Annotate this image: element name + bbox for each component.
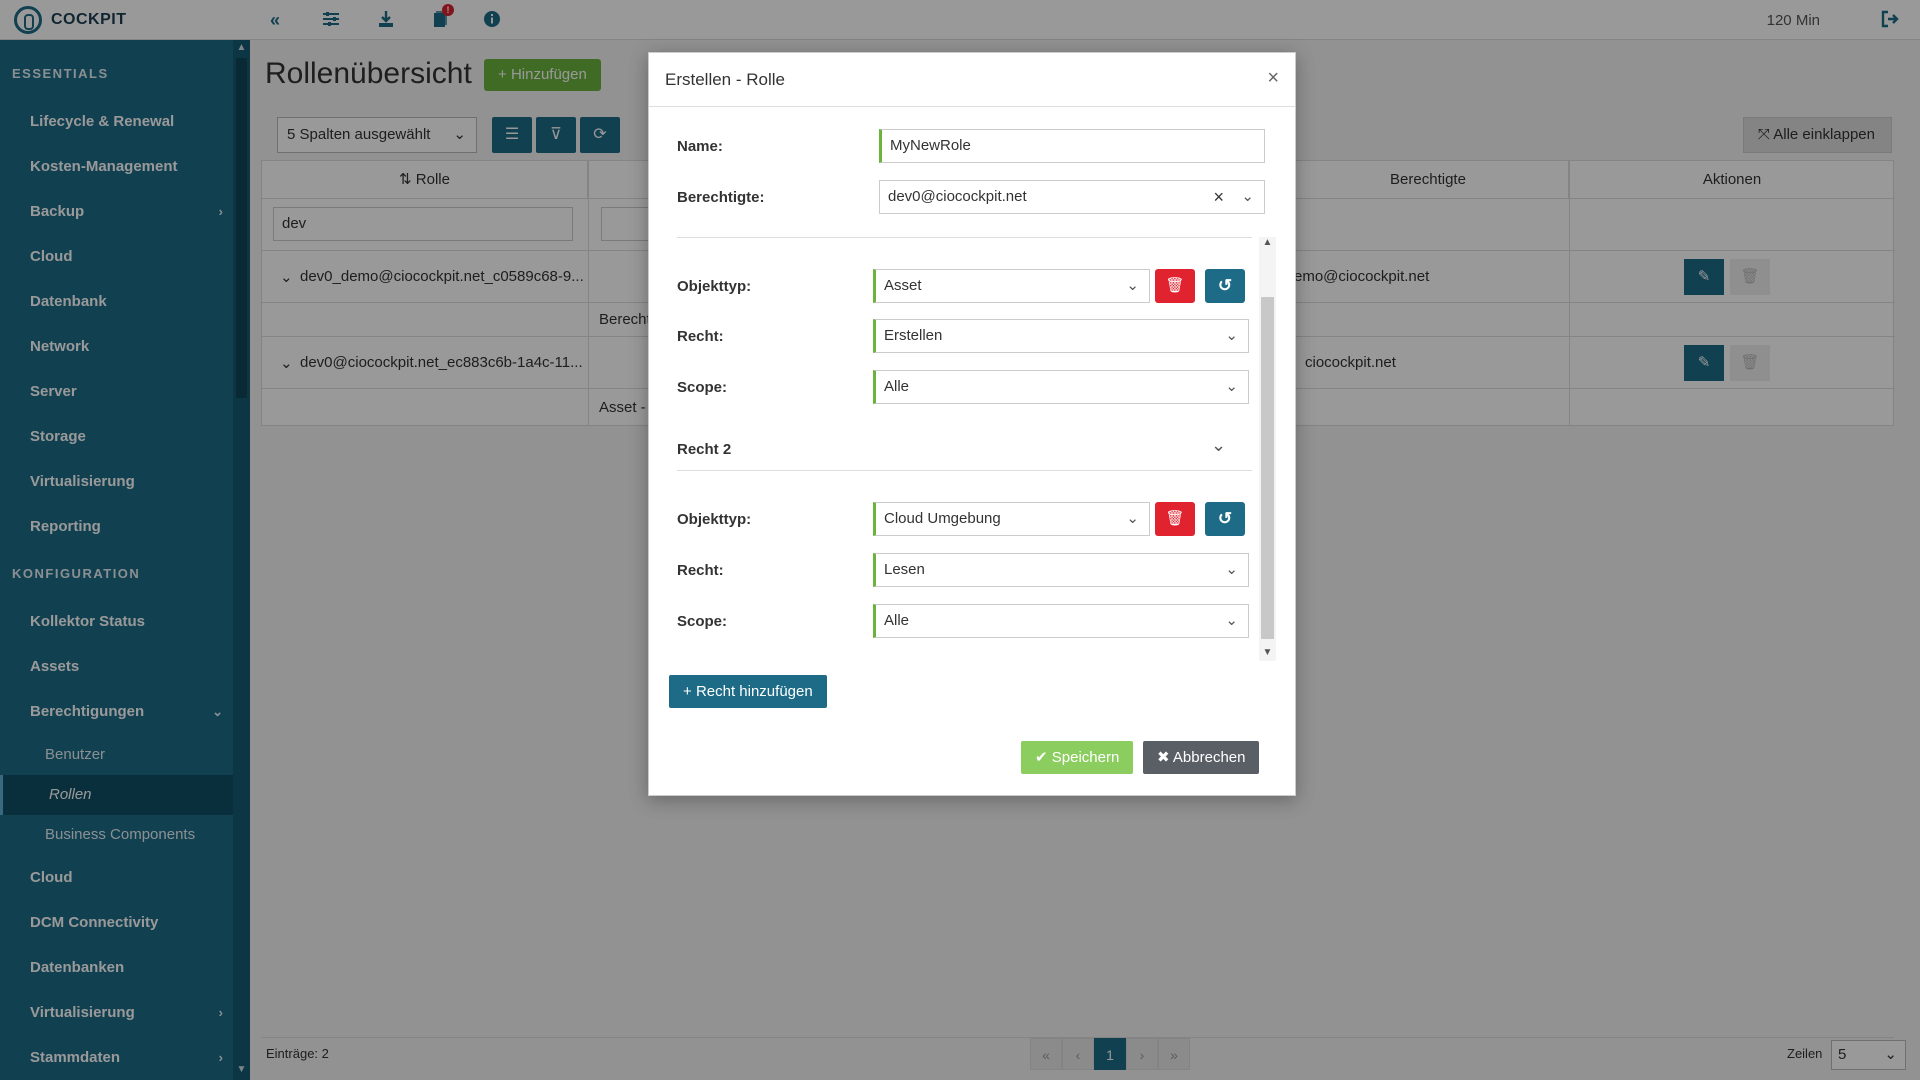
modal-title: Erstellen - Rolle bbox=[665, 70, 785, 89]
divider bbox=[677, 237, 1252, 238]
scope-value: Alle bbox=[884, 612, 910, 629]
chevron-down-icon: ⌄ bbox=[1126, 510, 1139, 527]
undo-icon: ↺ bbox=[1217, 276, 1233, 295]
cancel-button[interactable]: ✖ Abbrechen bbox=[1143, 741, 1260, 774]
divider bbox=[677, 470, 1252, 471]
recht-label: Recht: bbox=[677, 562, 724, 579]
clear-icon[interactable]: × bbox=[1213, 181, 1224, 213]
plus-icon: + bbox=[683, 683, 696, 700]
modal-scrollbar[interactable]: ▲ ▼ bbox=[1259, 237, 1276, 661]
scope-select[interactable]: Alle ⌄ bbox=[873, 604, 1249, 638]
berechtigte-select[interactable]: dev0@ciocockpit.net × ⌄ bbox=[879, 180, 1265, 214]
reset-recht-button[interactable]: ↺ bbox=[1205, 269, 1245, 303]
objekttyp-value: Asset bbox=[884, 277, 922, 294]
scope-value: Alle bbox=[884, 378, 910, 395]
chevron-down-icon: ⌄ bbox=[1225, 327, 1238, 344]
save-label: Speichern bbox=[1051, 749, 1120, 766]
recht-2-heading: Recht 2 bbox=[677, 441, 732, 458]
objekttyp-select[interactable]: Asset ⌄ bbox=[873, 269, 1150, 303]
delete-recht-button[interactable]: 🗑 bbox=[1155, 269, 1195, 303]
objekttyp-label: Objekttyp: bbox=[677, 511, 752, 528]
create-role-modal: Erstellen - Rolle × Name: MyNewRole Bere… bbox=[648, 52, 1296, 796]
recht-select[interactable]: Lesen ⌄ bbox=[873, 553, 1249, 587]
scroll-up-icon[interactable]: ▲ bbox=[1259, 237, 1276, 248]
scroll-down-icon[interactable]: ▼ bbox=[1259, 647, 1276, 658]
chevron-down-icon: ⌄ bbox=[1126, 277, 1139, 294]
delete-recht-button[interactable]: 🗑 bbox=[1155, 502, 1195, 536]
chevron-down-icon[interactable]: ⌄ bbox=[1211, 435, 1226, 456]
trash-icon: 🗑 bbox=[1165, 510, 1185, 527]
close-icon[interactable]: × bbox=[1267, 67, 1279, 90]
recht-select[interactable]: Erstellen ⌄ bbox=[873, 319, 1249, 353]
objekttyp-label: Objekttyp: bbox=[677, 278, 752, 295]
check-icon: ✔ bbox=[1035, 749, 1052, 766]
modal-scrollbar-thumb[interactable] bbox=[1261, 297, 1274, 639]
recht-value: Erstellen bbox=[884, 327, 943, 344]
objekttyp-select[interactable]: Cloud Umgebung ⌄ bbox=[873, 502, 1150, 536]
recht-label: Recht: bbox=[677, 328, 724, 345]
scope-label: Scope: bbox=[677, 379, 728, 396]
name-input[interactable]: MyNewRole bbox=[879, 129, 1265, 163]
undo-icon: ↺ bbox=[1217, 509, 1233, 528]
close-icon: ✖ bbox=[1157, 749, 1173, 766]
modal-header: Erstellen - Rolle × bbox=[649, 53, 1295, 107]
chevron-down-icon: ⌄ bbox=[1225, 561, 1238, 578]
recht-value: Lesen bbox=[884, 561, 925, 578]
trash-icon: 🗑 bbox=[1165, 277, 1185, 294]
scope-label: Scope: bbox=[677, 613, 728, 630]
chevron-down-icon: ⌄ bbox=[1241, 188, 1254, 205]
reset-recht-button[interactable]: ↺ bbox=[1205, 502, 1245, 536]
save-button[interactable]: ✔ Speichern bbox=[1021, 741, 1134, 774]
chevron-down-icon: ⌄ bbox=[1225, 378, 1238, 395]
cancel-label: Abbrechen bbox=[1172, 749, 1246, 766]
add-recht-button[interactable]: + Recht hinzufügen bbox=[669, 675, 827, 708]
name-label: Name: bbox=[677, 138, 723, 155]
berechtigte-value: dev0@ciocockpit.net bbox=[888, 188, 1027, 205]
chevron-down-icon: ⌄ bbox=[1225, 612, 1238, 629]
objekttyp-value: Cloud Umgebung bbox=[884, 510, 1001, 527]
add-recht-label: Recht hinzufügen bbox=[695, 683, 813, 700]
berechtigte-label: Berechtigte: bbox=[677, 189, 765, 206]
scope-select[interactable]: Alle ⌄ bbox=[873, 370, 1249, 404]
